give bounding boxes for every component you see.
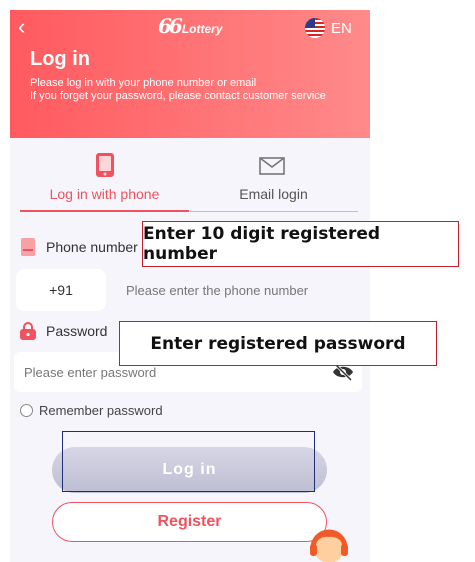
phone-field-icon [21,238,35,256]
login-button-highlight [62,431,315,492]
subtitle-line-1: Please log in with your phone number or … [30,77,257,89]
lock-icon [20,322,36,340]
language-selector[interactable]: EN [305,18,352,38]
remember-password[interactable]: Remember password [20,403,163,418]
phone-number-label: Phone number [46,239,138,255]
tab-phone-login[interactable]: Log in with phone [20,150,189,212]
page-title: Log in [30,48,90,70]
login-tabs: Log in with phone Email login [20,150,358,212]
annotation-phone-hint: Enter 10 digit registered number [142,221,459,267]
annotation-password-hint: Enter registered password [119,321,437,366]
tab-email-label: Email login [239,186,308,202]
back-button[interactable]: ‹ [18,16,25,38]
country-code-select[interactable]: +91 [16,269,106,311]
remember-label: Remember password [39,403,163,418]
logo-text: Lottery [181,22,223,36]
logo-mark: 66 [158,14,183,38]
subtitle-line-2: If you forget your password, please cont… [30,90,326,102]
login-header: ‹ 66 Lottery EN Log in Please log in wit… [10,10,370,138]
phone-number-input[interactable] [116,269,361,311]
us-flag-icon [305,18,325,38]
password-label: Password [46,323,108,339]
phone-input-row: +91 [16,269,361,311]
customer-service-icon[interactable] [304,520,354,562]
remember-radio[interactable] [20,404,33,417]
mail-icon [259,157,285,175]
tab-phone-label: Log in with phone [49,186,160,202]
register-button[interactable]: Register [52,502,327,542]
password-label-row: Password [18,321,107,341]
app-logo: 66 Lottery [158,14,223,38]
page-subtitle: Please log in with your phone number or … [30,77,326,103]
chevron-left-icon: ‹ [18,14,26,39]
tab-active-indicator [20,210,189,212]
phone-icon [96,153,114,177]
phone-number-label-row: Phone number [18,237,138,257]
language-label: EN [331,19,352,37]
